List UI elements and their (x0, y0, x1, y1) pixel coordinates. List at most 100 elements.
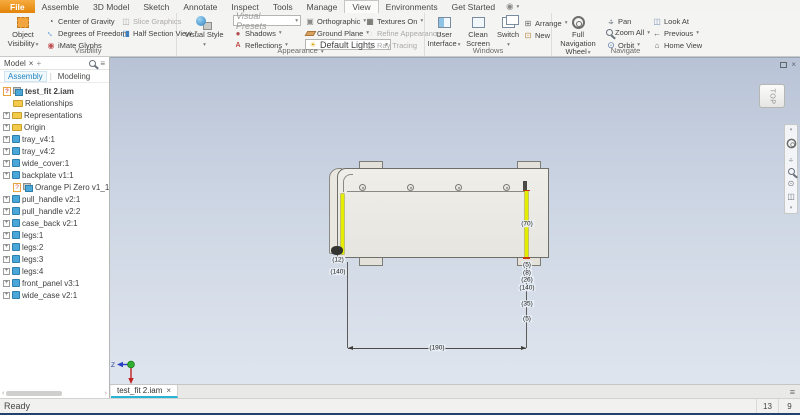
visual-style-button[interactable]: Visual Style ▾ (180, 14, 228, 48)
tab-environments[interactable]: Environments (379, 0, 445, 13)
tab-annotate[interactable]: Annotate (176, 0, 224, 13)
orbit-icon[interactable]: ⊙ (788, 179, 795, 188)
tab-3d-model[interactable]: 3D Model (86, 0, 136, 13)
visual-presets-dropdown[interactable]: Visual Presets ▾ (233, 15, 301, 26)
status-bar: Ready 13 9 (0, 398, 800, 413)
zoom-all-button[interactable]: Zoom All ▾ (606, 28, 650, 37)
scroll-thumb[interactable] (6, 391, 62, 396)
search-icon[interactable] (89, 60, 96, 67)
tab-assemble[interactable]: Assemble (35, 0, 86, 13)
viewcube[interactable]: TOP (759, 84, 785, 108)
part-icon (12, 243, 20, 251)
shadows-button[interactable]: ● Shadows ▾ (233, 28, 282, 38)
pan-hand-icon[interactable]: ↔↕ (787, 155, 795, 163)
navbar-more-icon[interactable]: ▾ (790, 205, 793, 211)
tree-item-wide-cover[interactable]: + wide_cover:1 (0, 157, 109, 169)
folder-icon (12, 124, 22, 131)
restore-window-icon[interactable] (780, 62, 787, 68)
highlighted-edge-left[interactable] (341, 194, 344, 254)
ribbon-extra-button[interactable]: ◉ ▾ (506, 0, 519, 13)
tree-item-legs-3[interactable]: + legs:3 (0, 253, 109, 265)
tab-file[interactable]: File (0, 0, 35, 13)
look-at-icon[interactable]: ◫ (787, 192, 795, 201)
expander-icon[interactable]: + (3, 208, 10, 215)
expander-icon[interactable]: + (3, 268, 10, 275)
expander-icon[interactable]: + (3, 148, 10, 155)
tree-item-backplate[interactable]: + backplate v1:1 (0, 169, 109, 181)
part-inner-corner (343, 174, 353, 192)
tree-item-front-panel[interactable]: + front_panel v3:1 (0, 277, 109, 289)
navbar-collapse-icon[interactable]: ▾ (790, 127, 793, 133)
tree-item-representations[interactable]: + Representations (0, 109, 109, 121)
viewport[interactable]: × TOP ▾ ↔↕ ⊙ ◫ ▾ (110, 57, 800, 384)
dim-label-26: (26) (520, 276, 534, 283)
center-of-gravity-button[interactable]: ◔ Center of Gravity (46, 16, 115, 26)
previous-view-button[interactable]: ← Previous ▾ (652, 28, 699, 38)
ground-plane-button[interactable]: Ground Plane ▾ (305, 28, 369, 38)
slice-graphics-button: ◫ Slice Graphics (121, 16, 181, 26)
panel-windows: User Interface▾ Clean Screen Switch ▾ ⊞ … (425, 13, 552, 56)
tab-get-started[interactable]: Get Started (445, 0, 502, 13)
tree-item-root[interactable]: ? test_fit 2.iam (0, 85, 109, 97)
tree-item-legs-2[interactable]: + legs:2 (0, 241, 109, 253)
expander-icon[interactable]: + (3, 112, 10, 119)
tabbar-menu-icon[interactable]: ≡ (790, 387, 795, 397)
scroll-left-icon[interactable]: ‹ (2, 390, 4, 397)
browser-title[interactable]: Model (4, 59, 26, 68)
browser-add-tab-button[interactable]: + (36, 59, 41, 68)
browser-h-scrollbar[interactable]: ‹ › (0, 389, 109, 398)
tab-view[interactable]: View (344, 0, 378, 13)
document-tab-active[interactable]: test_fit 2.iam × (111, 385, 178, 398)
close-tab-icon[interactable]: × (166, 386, 171, 395)
orthographic-button[interactable]: ▣ Orthographic ▾ (305, 16, 366, 26)
tree-item-legs-1[interactable]: + legs:1 (0, 229, 109, 241)
user-interface-button[interactable]: User Interface▾ (427, 14, 461, 48)
tree-item-pull-handle-2[interactable]: + pull_handle v2:2 (0, 205, 109, 217)
expander-icon[interactable]: + (3, 172, 10, 179)
new-window-button[interactable]: ⊡ New (523, 30, 550, 40)
clean-screen-button[interactable]: Clean Screen (463, 14, 493, 48)
tab-manage[interactable]: Manage (300, 0, 345, 13)
tree-item-relationships[interactable]: Relationships (0, 97, 109, 109)
tree-item-tray-v4-2[interactable]: + tray_v4:2 (0, 145, 109, 157)
expander-icon[interactable]: + (3, 136, 10, 143)
panel-visibility: Object Visibility▾ ◔ Center of Gravity ↔… (0, 13, 177, 56)
expander-icon[interactable]: + (3, 124, 10, 131)
panel-label-appearance[interactable]: Appearance ▾ (177, 46, 424, 55)
tree-item-pull-handle-1[interactable]: + pull_handle v2:1 (0, 193, 109, 205)
part-icon (12, 135, 20, 143)
browser-tab-assembly[interactable]: Assembly (4, 71, 47, 82)
expander-icon[interactable]: + (3, 196, 10, 203)
navigation-wheel-icon[interactable] (786, 139, 796, 149)
tree-item-wide-case[interactable]: + wide_case v2:1 (0, 289, 109, 301)
expander-icon[interactable]: + (3, 232, 10, 239)
browser-tab-modeling[interactable]: Modeling (55, 72, 93, 81)
expander-icon[interactable]: + (3, 220, 10, 227)
degrees-of-freedom-button[interactable]: ↔ Degrees of Freedom (46, 28, 127, 38)
switch-window-button[interactable]: Switch ▾ (495, 14, 521, 48)
tree-item-orange-pi-zero[interactable]: ? Orange Pi Zero v1_1 - Ensam (0, 181, 109, 193)
expander-icon[interactable]: + (3, 256, 10, 263)
object-visibility-button[interactable]: Object Visibility▾ (2, 14, 44, 48)
look-at-button[interactable]: ◫ Look At (652, 16, 689, 26)
dim-label-35: (35) (520, 300, 534, 307)
close-window-icon[interactable]: × (791, 60, 796, 69)
expander-icon[interactable]: + (3, 160, 10, 167)
expander-icon[interactable]: + (3, 292, 10, 299)
panel-label-windows: Windows (425, 46, 551, 55)
scroll-right-icon[interactable]: › (105, 390, 107, 397)
pan-button[interactable]: ↔↕ Pan (606, 16, 631, 26)
tree-item-legs-4[interactable]: + legs:4 (0, 265, 109, 277)
tree-item-tray-v4-1[interactable]: + tray_v4:1 (0, 133, 109, 145)
browser-close-icon[interactable]: × (29, 59, 34, 68)
expander-icon[interactable]: + (3, 280, 10, 287)
tab-sketch[interactable]: Sketch (136, 0, 176, 13)
zoom-icon[interactable] (788, 168, 795, 175)
browser-menu-icon[interactable]: ≡ (100, 59, 105, 68)
tree-item-case-back[interactable]: + case_back v2:1 (0, 217, 109, 229)
textures-on-button[interactable]: ▦ Textures On ▾ (365, 16, 423, 26)
tree-item-origin[interactable]: + Origin (0, 121, 109, 133)
expander-icon[interactable]: + (3, 244, 10, 251)
center-of-gravity-icon: ◔ (46, 16, 56, 26)
part-body[interactable] (337, 168, 549, 258)
